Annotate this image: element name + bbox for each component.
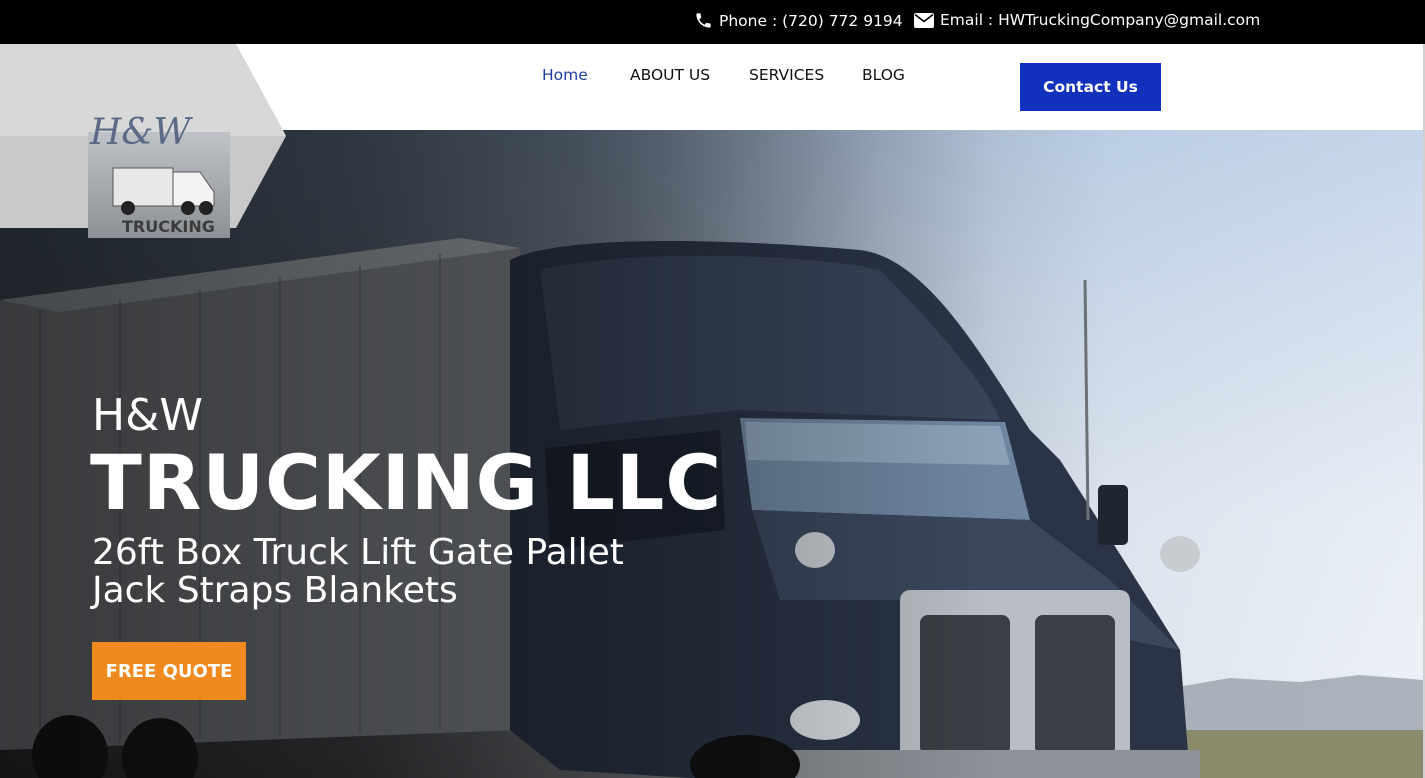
email-contact[interactable]: Email : HWTruckingCompany@gmail.com — [914, 11, 1260, 29]
nav-home[interactable]: Home — [542, 66, 588, 84]
hero-company-prefix: H&W — [92, 390, 203, 441]
logo-plate[interactable]: H&W TRUCKING — [0, 44, 290, 238]
phone-icon — [696, 13, 711, 28]
nav-about-us[interactable]: ABOUT US — [630, 66, 710, 84]
top-contact-bar: Phone : (720) 772 9194 Email : HWTruckin… — [0, 0, 1425, 44]
nav-services[interactable]: SERVICES — [749, 66, 824, 84]
envelope-icon — [914, 12, 934, 28]
company-logo: H&W TRUCKING — [88, 112, 230, 238]
hero-company-name: TRUCKING LLC — [90, 438, 723, 527]
free-quote-button[interactable]: FREE QUOTE — [92, 642, 246, 700]
logo-script: H&W — [89, 112, 193, 153]
nav-blog[interactable]: BLOG — [862, 66, 905, 84]
phone-text: Phone : (720) 772 9194 — [719, 11, 903, 30]
email-text: Email : HWTruckingCompany@gmail.com — [940, 11, 1261, 29]
hero-subtitle: 26ft Box Truck Lift Gate Pallet Jack Str… — [92, 532, 624, 611]
logo-wordmark: TRUCKING — [122, 217, 215, 236]
contact-us-button[interactable]: Contact Us — [1020, 63, 1161, 111]
phone-contact[interactable]: Phone : (720) 772 9194 — [694, 11, 903, 30]
